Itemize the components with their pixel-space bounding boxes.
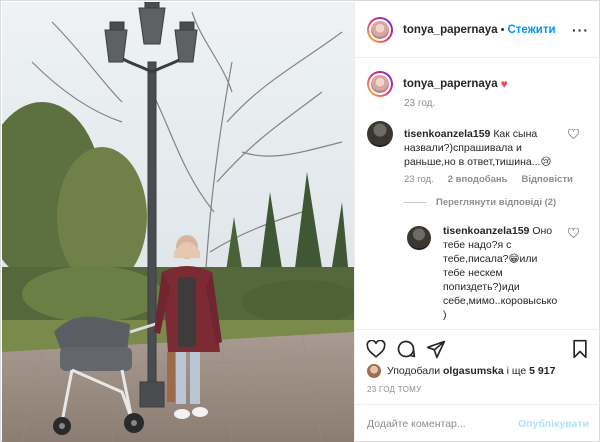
comment-avatar[interactable] xyxy=(367,121,393,147)
reply-text: Оно тебе надо?я с тебе,писала?😁или тебе … xyxy=(443,225,558,321)
add-comment-input[interactable]: Додайте коментар... xyxy=(367,418,518,430)
comments-list[interactable]: tonya_papernaya ♥ 23 год. tisenkoanzela1… xyxy=(355,59,600,329)
paper-plane-icon[interactable] xyxy=(425,338,447,360)
post-header: tonya_papernaya • Стежити ··· xyxy=(355,2,600,58)
bookmark-icon[interactable] xyxy=(569,338,591,360)
follow-button[interactable]: Стежити xyxy=(507,24,555,36)
comment-like-heart-icon[interactable] xyxy=(567,128,580,142)
more-options-icon[interactable]: ··· xyxy=(572,22,589,38)
comment-meta: 23 год. 2 вподобань Відповісти xyxy=(404,174,573,185)
likes-prefix: Уподобали xyxy=(387,365,441,377)
liker-avatar[interactable] xyxy=(367,364,381,378)
publish-button[interactable]: Опублікувати xyxy=(518,418,589,430)
post-side-panel: tonya_papernaya • Стежити ··· tonya_pape… xyxy=(354,2,600,442)
reply-username[interactable]: tisenkoanzela159 xyxy=(443,225,529,237)
likes-summary: Уподобали olgasumska і ще 5 917 xyxy=(367,364,555,378)
view-replies-button[interactable]: Переглянути відповіді (2) xyxy=(404,197,556,208)
caption-avatar[interactable] xyxy=(367,71,393,97)
comment-username[interactable]: tisenkoanzela159 xyxy=(404,128,490,140)
author-avatar[interactable] xyxy=(367,16,393,43)
likes-middle: і ще xyxy=(506,365,527,377)
likes-count[interactable]: 5 917 xyxy=(529,365,555,377)
comment-likes-count[interactable]: 2 вподобань xyxy=(448,174,508,185)
reply-button[interactable]: Відповісти xyxy=(521,174,572,185)
caption-username[interactable]: tonya_papernaya xyxy=(403,78,498,90)
post-modal: tonya_papernaya • Стежити ··· tonya_pape… xyxy=(0,0,600,442)
caption: tonya_papernaya ♥ xyxy=(367,71,508,97)
comment-time[interactable]: 23 год. xyxy=(404,174,434,185)
post-time-ago[interactable]: 23 ГОД ТОМУ xyxy=(367,385,422,394)
separator-dot: • xyxy=(500,23,505,36)
post-photo[interactable] xyxy=(2,2,354,442)
reply-like-heart-icon[interactable] xyxy=(567,227,580,241)
comment-icon[interactable] xyxy=(395,338,417,360)
comment-body: tisenkoanzela159 Как сына назвали?)спраш… xyxy=(404,127,564,169)
reply-avatar[interactable] xyxy=(407,226,431,250)
reply-body: tisenkoanzela159 Оно тебе надо?я с тебе,… xyxy=(443,224,561,322)
heart-outline-icon[interactable] xyxy=(365,338,387,360)
caption-time[interactable]: 23 год. xyxy=(404,98,435,109)
author-username[interactable]: tonya_papernaya xyxy=(403,24,498,36)
photo-illustration xyxy=(2,2,354,442)
action-bar xyxy=(355,329,600,369)
view-replies-label: Переглянути відповіді (2) xyxy=(436,197,557,208)
add-comment-bar: Додайте коментар... Опублікувати xyxy=(355,404,600,442)
red-heart-emoji-icon: ♥ xyxy=(500,77,508,91)
replies-divider-line xyxy=(404,202,426,203)
liker-username[interactable]: olgasumska xyxy=(443,365,504,377)
